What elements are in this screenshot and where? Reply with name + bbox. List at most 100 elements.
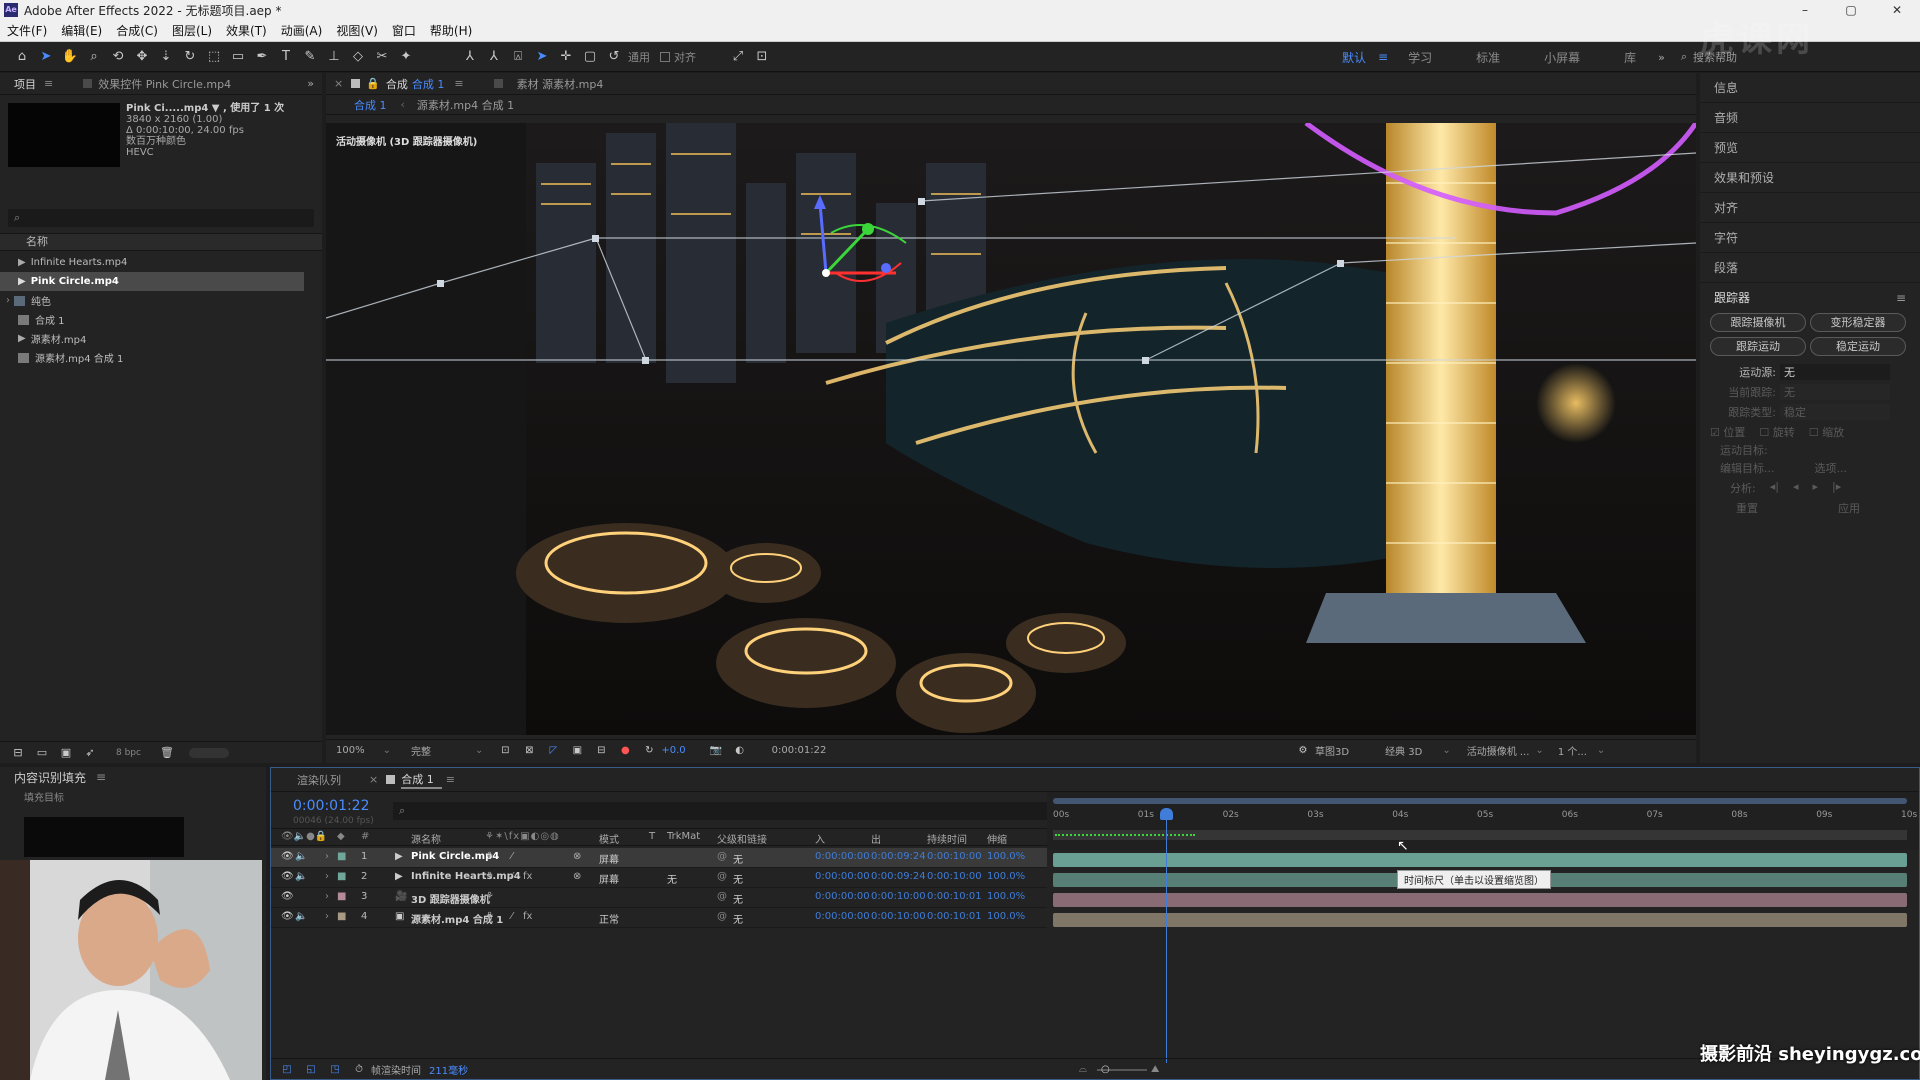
stretch-value[interactable]: 100.0% [987, 871, 1025, 882]
axis-view-icon[interactable]: ⍓ [508, 47, 528, 67]
comp-menu-icon[interactable]: ≡ [454, 77, 463, 90]
zoom-tool-icon[interactable]: ⌕ [84, 47, 104, 67]
axis-world-icon[interactable]: ⅄ [484, 47, 504, 67]
reset-exposure-icon[interactable]: ↻ [639, 741, 659, 761]
workspace-learn[interactable]: 学习 [1396, 49, 1444, 66]
views-chevron-icon[interactable]: ⌄ [1597, 745, 1605, 756]
panel-info[interactable]: 信息 [1700, 73, 1920, 103]
workspace-library[interactable]: 库 [1612, 49, 1648, 66]
quality-switch-icon[interactable]: ⁄ [511, 851, 513, 862]
thumb-size-slider[interactable] [188, 747, 229, 758]
layer-bar[interactable] [1053, 893, 1907, 907]
edit-target-button[interactable]: 编辑目标... [1720, 460, 1775, 480]
visibility-icon[interactable]: 👁 [281, 891, 294, 902]
in-out-toggle-icon[interactable]: ◳ [325, 1060, 345, 1080]
bpc-label[interactable]: 8 bpc [116, 748, 141, 758]
zoom-chevron-icon[interactable]: ⌄ [383, 745, 391, 756]
stabilize-motion-button[interactable]: 稳定运动 [1810, 337, 1906, 356]
axis-local-icon[interactable]: ⅄ [460, 47, 480, 67]
mode-select[interactable]: 正常 [599, 911, 619, 926]
mode-header[interactable]: 模式 [599, 831, 619, 846]
panel-character[interactable]: 字符 [1700, 223, 1920, 253]
list-item[interactable]: ▶ Infinite Hearts.mp4 [0, 253, 304, 272]
out-time[interactable]: 0:00:09:24 [871, 871, 926, 882]
reset-button[interactable]: 重置 [1736, 500, 1758, 520]
search-help-icon[interactable]: ⌕ [1681, 50, 1687, 64]
duration-time[interactable]: 0:00:10:01 [927, 911, 982, 922]
expand-layer-icon[interactable]: › [325, 851, 329, 862]
breadcrumb-comp[interactable]: 合成 1 [326, 97, 401, 113]
roi-icon[interactable]: ⊡ [495, 741, 515, 761]
snap-label[interactable]: 通用 [628, 49, 650, 65]
column-name-label[interactable]: 名称 [26, 234, 48, 250]
modes-toggle-icon[interactable]: ◰ [277, 1060, 297, 1080]
timeline-search-input[interactable]: ⌕ [393, 802, 1101, 820]
track-camera-button[interactable]: 跟踪摄像机 [1710, 313, 1806, 332]
panel-paragraph[interactable]: 段落 [1700, 253, 1920, 283]
workspace-default[interactable]: 默认 [1330, 49, 1378, 66]
grid-snap-icon[interactable]: ⊡ [752, 47, 772, 67]
3d-move-icon[interactable]: ✛ [556, 47, 576, 67]
tab-timeline-comp[interactable]: 合成 1 [401, 771, 442, 789]
views-dropdown[interactable]: 1 个... [1558, 743, 1587, 758]
visibility-icon[interactable]: 👁 [281, 851, 294, 862]
menu-file[interactable]: 文件(F) [0, 22, 54, 39]
zoom-slider-thumb-icon[interactable]: ○ [1101, 1064, 1110, 1075]
project-search-input[interactable]: ⌕ [8, 209, 314, 227]
new-comp-icon[interactable]: ▣ [56, 743, 76, 763]
camera-chevron-icon[interactable]: ⌄ [1535, 745, 1543, 756]
menu-edit[interactable]: 编辑(E) [54, 22, 109, 39]
panel-audio[interactable]: 音频 [1700, 103, 1920, 133]
project-menu-icon[interactable]: ≡ [44, 77, 53, 90]
render-icon[interactable]: ➶ [80, 743, 100, 763]
type-tool-icon[interactable]: T [276, 47, 296, 67]
visibility-icon[interactable]: 👁 [281, 871, 294, 882]
tab-composition[interactable]: 合成 [386, 76, 412, 92]
camera-view-dropdown[interactable]: 活动摄像机 ... [1467, 743, 1530, 758]
hand-tool-icon[interactable]: ✋ [60, 47, 80, 67]
color-channel-icon[interactable]: ● [615, 741, 635, 761]
menu-composition[interactable]: 合成(C) [109, 22, 165, 39]
audio-icon[interactable]: 🔈 [295, 851, 307, 862]
parent-select[interactable]: 无 [733, 851, 743, 866]
exposure-value[interactable]: +0.0 [661, 745, 685, 756]
pickwhip-icon[interactable]: @ [717, 871, 727, 882]
in-time[interactable]: 0:00:00:00 [815, 851, 870, 862]
playhead-handle[interactable] [1160, 808, 1173, 820]
motion-source-select[interactable]: 无 [1780, 364, 1890, 380]
out-time[interactable]: 0:00:10:00 [871, 911, 926, 922]
stretch-value[interactable]: 100.0% [987, 851, 1025, 862]
fx-switch-icon[interactable]: fx [523, 911, 532, 922]
stretch-value[interactable]: 100.0% [987, 911, 1025, 922]
in-time[interactable]: 0:00:00:00 [815, 911, 870, 922]
menu-effect[interactable]: 效果(T) [219, 22, 274, 39]
position-checkbox[interactable]: ☑ 位置 [1710, 424, 1745, 440]
3d-select-icon[interactable]: ➤ [532, 47, 552, 67]
puppet-tool-icon[interactable]: ✦ [396, 47, 416, 67]
panel-overflow-icon[interactable]: » [307, 77, 314, 90]
panel-effects-presets[interactable]: 效果和预设 [1700, 163, 1920, 193]
expand-layer-icon[interactable]: › [325, 891, 329, 902]
dolly-tool-icon[interactable]: ⇣ [156, 47, 176, 67]
menu-window[interactable]: 窗口 [385, 22, 423, 39]
workspace-standard[interactable]: 标准 [1464, 49, 1512, 66]
fx-switch-icon[interactable]: fx [523, 871, 532, 882]
list-item[interactable]: 源素材.mp4 合成 1 [0, 348, 304, 367]
expand-layer-icon[interactable]: › [325, 911, 329, 922]
label-swatch-icon[interactable]: ■ [337, 871, 346, 882]
label-swatch-icon[interactable]: ■ [337, 911, 346, 922]
transparency-grid-icon[interactable]: ⊠ [519, 741, 539, 761]
more-workspaces-icon[interactable]: » [1658, 51, 1665, 64]
time-ruler-area[interactable]: 00s 01s 02s 03s 04s 05s 06s 07s 08s 09s 10s [1047, 792, 1919, 850]
quality-switch-icon[interactable]: ⁄ [511, 911, 513, 922]
brush-tool-icon[interactable]: ✎ [300, 47, 320, 67]
workspace-menu-icon[interactable]: ≡ [1378, 50, 1388, 64]
analyze-forward-frame-icon[interactable]: |▸ [1832, 480, 1841, 500]
new-folder-icon[interactable]: ▭ [32, 743, 52, 763]
table-row[interactable]: 👁 🔈 › ■ 2 ▶ Infinite Hearts.mp4 ⚘ ⁄ fx ⊗ 屏幕 无 @ 无 0:00:… [271, 868, 1047, 888]
current-track-select[interactable]: 无 [1780, 384, 1890, 400]
label-swatch-icon[interactable]: ■ [337, 891, 346, 902]
tab-project[interactable]: 项目 [0, 76, 44, 92]
time-navigator-range[interactable] [1053, 798, 1907, 804]
render-time-icon[interactable]: ⏱ [349, 1060, 369, 1080]
